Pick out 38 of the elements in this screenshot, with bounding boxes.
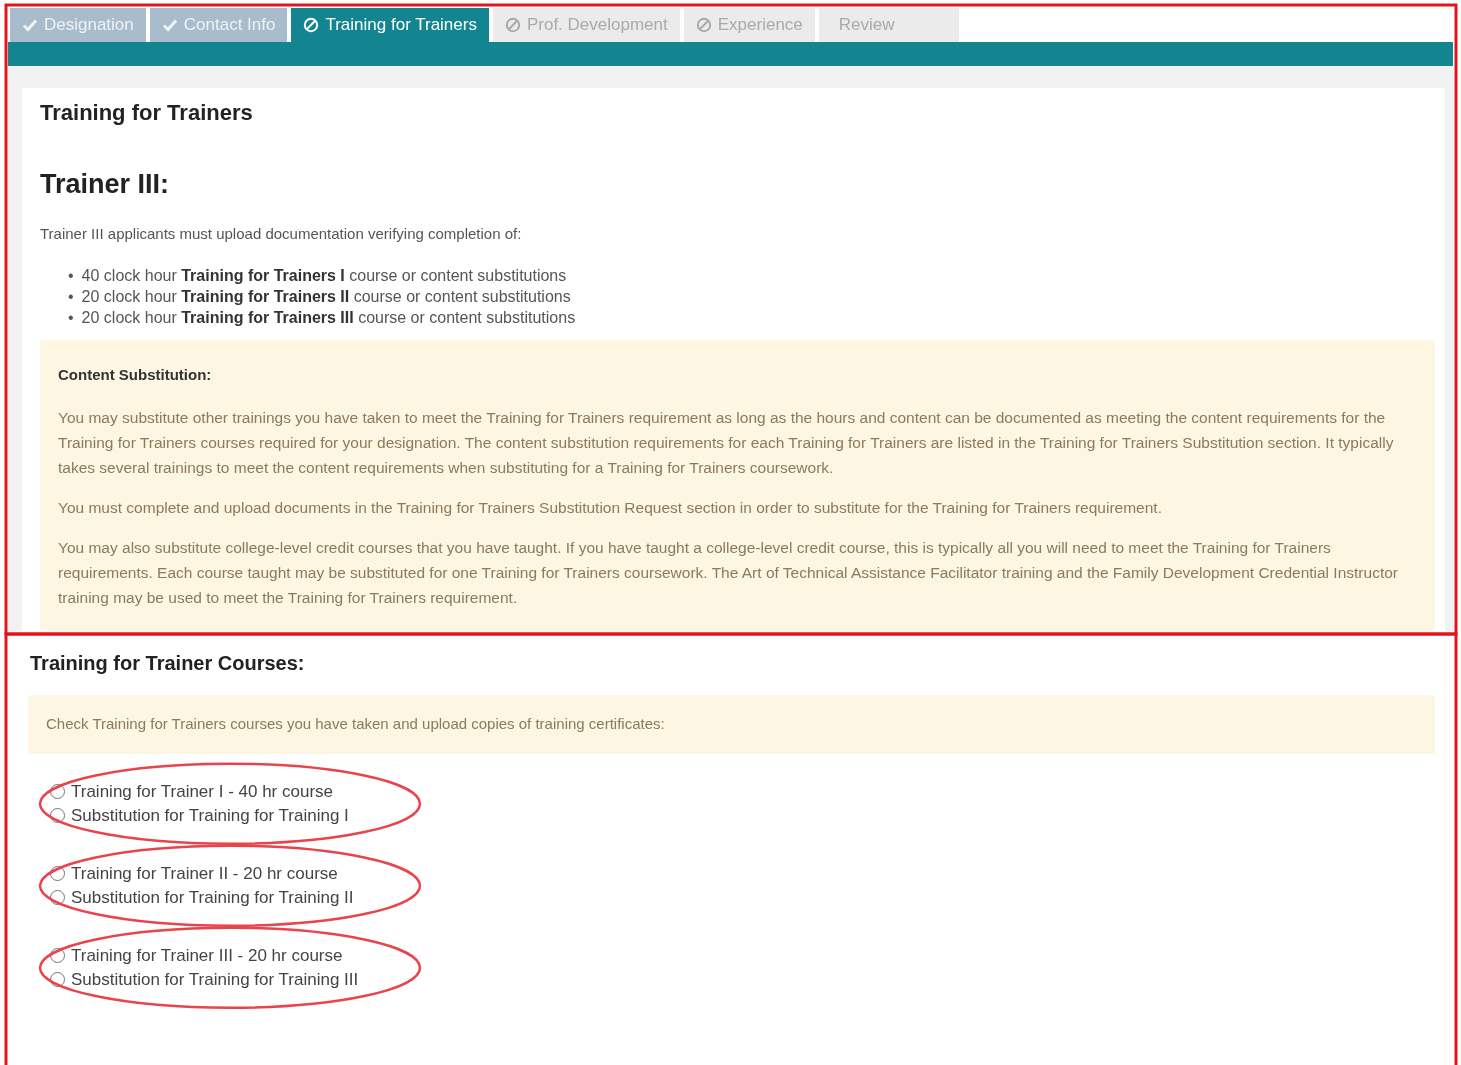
- notice-paragraph: You may substitute other trainings you have taken to meet the Training for Trainers requirement as long as the hours and content can be documented as meeting the content requirements for the Training for Trainers courses required for your designation. The content substitution requirements for each Training for Trainers are listed in the Training for Trainers Substitution section. It typically takes several trainings to meet the content requirements when substituting for a Training for Trainers coursework.: [58, 408, 1395, 479]
- radio-button[interactable]: [50, 890, 65, 906]
- radio-label: Substitution for Training for Training III: [71, 968, 359, 991]
- radio-button[interactable]: [50, 808, 65, 824]
- check-icon: [161, 17, 178, 33]
- prohibited-icon: [695, 17, 712, 33]
- intro-text: Trainer III applicants must upload documentation verifying completion of:: [40, 223, 523, 244]
- notice-paragraph: You may also substitute college-level credit courses that you have taught. If you have taught a college-level credit course, this is typically all you will need to meet the Training for Trainers requirements. Each course taught may be substituted for one Training for Trainers coursework. The Art of Technical Assistance Facilitator training and the Family Development Credential Instructor training may be used to meet the Training for Trainers requirement.: [58, 538, 1399, 609]
- tab[interactable]: Training for Trainers: [291, 8, 489, 42]
- tab[interactable]: Prof. Development: [492, 8, 680, 42]
- radio-button[interactable]: [50, 784, 65, 800]
- bullet: •: [68, 308, 74, 329]
- radio-label: Substitution for Training for Training II: [71, 886, 354, 909]
- notice-title: Content Substitution:: [58, 365, 213, 386]
- requirement-item: 40 clock hour Training for Trainers I course or content substitutions: [81, 266, 567, 287]
- radio-label: Training for Trainer I - 40 hr course: [71, 780, 334, 803]
- bullet: •: [68, 287, 74, 308]
- radio-label: Training for Trainer III - 20 hr course: [71, 944, 343, 967]
- radio-button[interactable]: [50, 866, 65, 882]
- radio-button[interactable]: [50, 972, 65, 988]
- notice-paragraph: You must complete and upload documents in the Training for Trainers Substitution Request section in order to substitute for the Training for Trainers requirement.: [58, 498, 1163, 519]
- bullet: •: [68, 266, 74, 287]
- radio-label: Substitution for Training for Training I: [71, 804, 349, 827]
- requirement-item: 20 clock hour Training for Trainers III course or content substitutions: [81, 308, 576, 329]
- courses-title: Training for Trainer Courses:: [30, 651, 306, 676]
- radio-button[interactable]: [50, 948, 65, 964]
- tab[interactable]: Contact Info: [149, 8, 288, 42]
- tab[interactable]: Experience: [683, 8, 815, 42]
- prohibited-icon: [504, 17, 521, 33]
- tab[interactable]: Review: [818, 8, 959, 42]
- instruction-text: Check Training for Trainers courses you have taken and upload copies of training certificates:: [28, 695, 1435, 754]
- check-icon: [22, 17, 38, 33]
- tab[interactable]: Designation: [10, 8, 146, 42]
- prohibited-icon: [303, 17, 320, 33]
- section-title: Training for Trainers: [40, 100, 254, 127]
- requirement-item: 20 clock hour Training for Trainers II course or content substitutions: [81, 287, 571, 308]
- section-heading: Trainer III:: [40, 168, 171, 201]
- radio-label: Training for Trainer II - 20 hr course: [71, 862, 338, 885]
